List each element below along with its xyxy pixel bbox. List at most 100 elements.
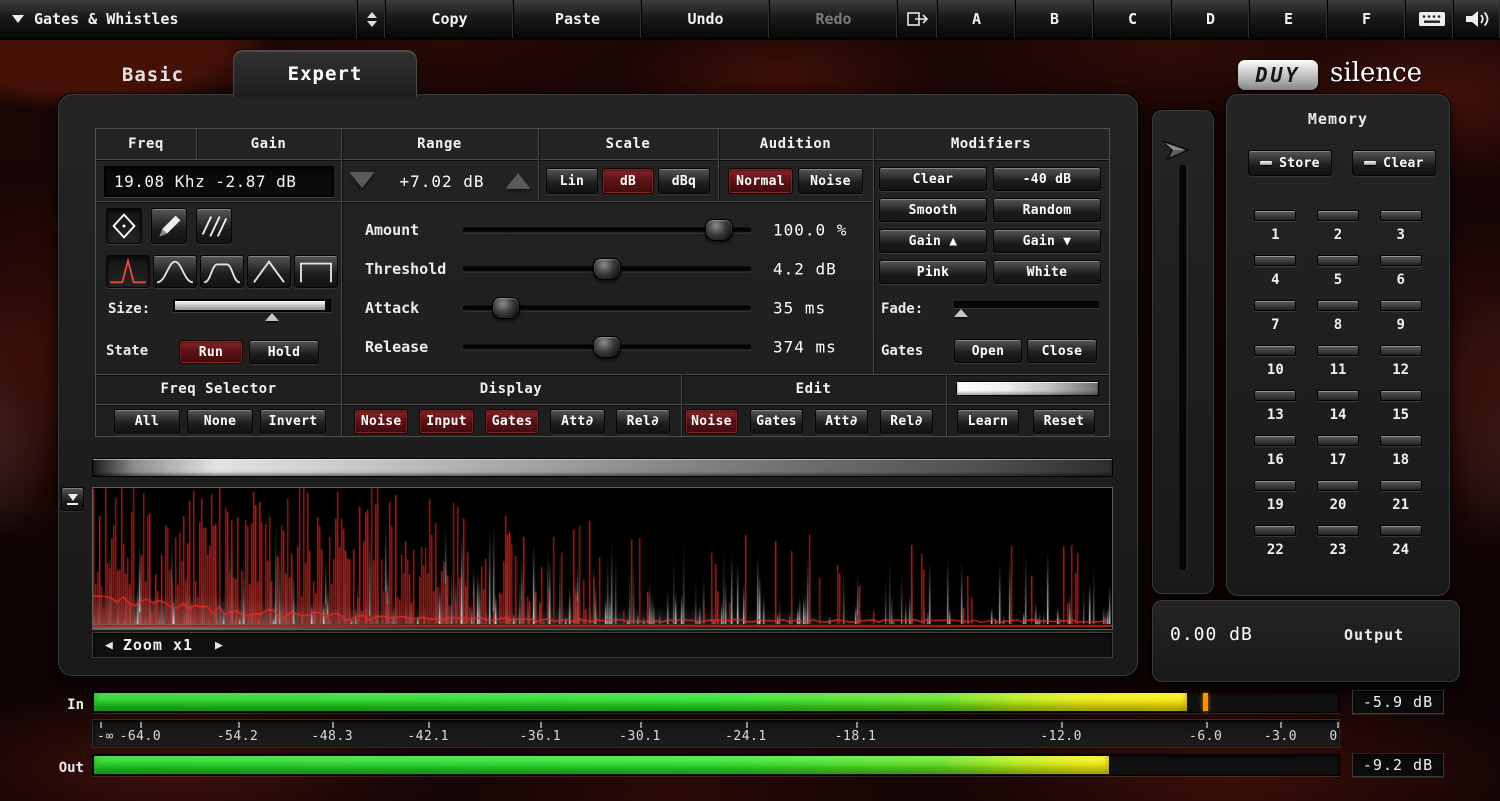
snapshot-b-button[interactable]: B [1016,0,1094,38]
curve-square-button[interactable] [294,255,338,288]
memory-slot-13-button[interactable] [1254,390,1296,401]
snapshot-c-button[interactable]: C [1094,0,1172,38]
tab-expert[interactable]: Expert [233,50,417,97]
overview-scrollbar[interactable] [92,458,1113,477]
memory-slot-8-button[interactable] [1317,300,1359,311]
memory-slot-14-button[interactable] [1317,390,1359,401]
curve-triangle-button[interactable] [247,255,291,288]
keyboard-button[interactable] [1410,0,1454,38]
run-button[interactable]: Run [179,340,243,364]
snapshot-a-button[interactable]: A [938,0,1016,38]
modifier-gain-up-button[interactable]: Gain ▲ [879,229,987,253]
snapshot-f-button[interactable]: F [1328,0,1406,38]
zoom-next-button[interactable]: ▶ [215,638,223,653]
edit-rel-button[interactable]: Rel∂ [880,409,933,434]
modifier-random-button[interactable]: Random [993,198,1101,222]
copy-button[interactable]: Copy [386,0,514,38]
display-input-button[interactable]: Input [419,409,473,434]
spectrum-marker-button[interactable] [61,487,84,511]
amount-slider[interactable] [463,228,751,233]
attack-knob[interactable] [492,297,520,319]
audition-normal-button[interactable]: Normal [728,168,793,194]
scale-lin-button[interactable]: Lin [546,168,598,194]
memory-slot-18-button[interactable] [1380,435,1422,446]
edit-gates-button[interactable]: Gates [750,409,803,434]
output-fader-handle[interactable] [1161,138,1191,162]
hatch-tool-button[interactable] [196,208,232,244]
release-slider[interactable] [463,345,751,350]
threshold-slider[interactable] [463,267,751,272]
pencil-tool-button[interactable] [151,208,187,244]
freqsel-all-button[interactable]: All [114,409,180,434]
snapshot-e-button[interactable]: E [1250,0,1328,38]
learn-button[interactable]: Learn [957,409,1019,434]
reset-button[interactable]: Reset [1033,409,1095,434]
memory-slot-22-button[interactable] [1254,525,1296,536]
memory-slot-17-button[interactable] [1317,435,1359,446]
tab-basic[interactable]: Basic [98,56,208,94]
curve-bell-button[interactable] [153,255,197,288]
display-noise-button[interactable]: Noise [354,409,408,434]
node-tool-button[interactable] [106,208,142,244]
preset-stepper[interactable] [358,0,386,38]
memory-slot-24-button[interactable] [1380,525,1422,536]
modifier-clear-button[interactable]: Clear [879,167,987,191]
zoom-prev-button[interactable]: ◀ [105,638,113,653]
edit-noise-button[interactable]: Noise [685,409,738,434]
memory-slot-19-button[interactable] [1254,480,1296,491]
freqsel-none-button[interactable]: None [187,409,253,434]
modifier-pink-button[interactable]: Pink [879,260,987,284]
memory-slot-5-button[interactable] [1317,255,1359,266]
spectrum-display[interactable] [92,487,1113,630]
modifier-white-button[interactable]: White [993,260,1101,284]
range-increment-button[interactable] [505,169,531,191]
redo-button[interactable]: Redo [770,0,898,38]
edit-att-button[interactable]: Att∂ [815,409,868,434]
modifier-gain-down-button[interactable]: Gain ▼ [993,229,1101,253]
display-gates-button[interactable]: Gates [485,409,539,434]
memory-store-button[interactable]: Store [1248,150,1332,176]
memory-slot-15-button[interactable] [1380,390,1422,401]
memory-slot-9-button[interactable] [1380,300,1422,311]
memory-slot-10-button[interactable] [1254,345,1296,356]
memory-slot-23-button[interactable] [1317,525,1359,536]
memory-slot-21-button[interactable] [1380,480,1422,491]
scale-db-button[interactable]: dB [602,168,654,194]
attack-slider[interactable] [463,306,751,311]
preset-dropdown[interactable]: Gates & Whistles [0,0,358,38]
snapshot-d-button[interactable]: D [1172,0,1250,38]
memory-slot-7-button[interactable] [1254,300,1296,311]
memory-slot-20-button[interactable] [1317,480,1359,491]
freqsel-invert-button[interactable]: Invert [260,409,326,434]
memory-slot-6-button[interactable] [1380,255,1422,266]
memory-slot-1-button[interactable] [1254,210,1296,221]
spectrum-canvas[interactable] [93,488,1112,629]
memory-clear-button[interactable]: Clear [1352,150,1436,176]
amount-knob[interactable] [705,219,733,241]
modifier-smooth-button[interactable]: Smooth [879,198,987,222]
curve-round-button[interactable] [200,255,244,288]
size-marker[interactable] [265,313,279,321]
output-fader[interactable] [1180,165,1187,570]
paste-button[interactable]: Paste [514,0,642,38]
range-decrement-button[interactable] [349,169,375,191]
memory-slot-3-button[interactable] [1380,210,1422,221]
fade-slider[interactable] [954,301,1099,308]
undo-button[interactable]: Undo [642,0,770,38]
gates-close-button[interactable]: Close [1027,339,1097,363]
threshold-knob[interactable] [593,258,621,280]
hold-button[interactable]: Hold [249,340,319,364]
memory-slot-2-button[interactable] [1317,210,1359,221]
fade-marker[interactable] [954,309,968,317]
memory-slot-4-button[interactable] [1254,255,1296,266]
display-att-button[interactable]: Att∂ [550,409,604,434]
speaker-button[interactable] [1454,0,1500,38]
release-knob[interactable] [593,336,621,358]
audition-noise-button[interactable]: Noise [798,168,863,194]
size-slider[interactable] [173,299,331,312]
scale-dbq-button[interactable]: dBq [658,168,710,194]
memory-slot-12-button[interactable] [1380,345,1422,356]
modifier-minus-40db-button[interactable]: -40 dB [993,167,1101,191]
memory-slot-16-button[interactable] [1254,435,1296,446]
curve-peak-button[interactable] [106,255,150,288]
